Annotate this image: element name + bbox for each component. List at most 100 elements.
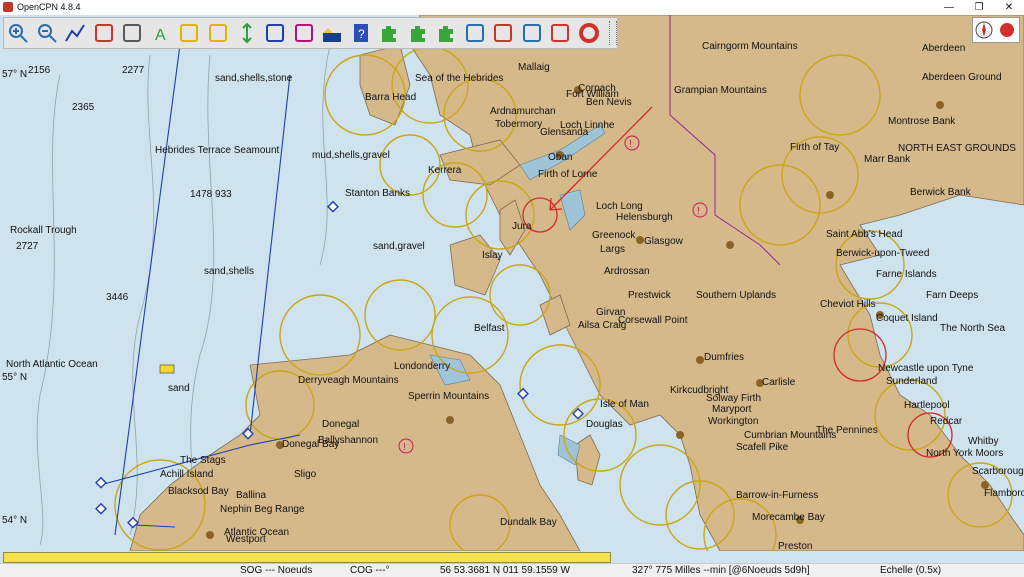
label-southern-uplands: Southern Uplands <box>696 290 776 301</box>
ais-target-button[interactable] <box>520 20 545 46</box>
lat-54n: 54° N <box>2 515 27 526</box>
chart-canvas[interactable]: ! ! ! sand,shells,stone 2156 2277 2365 H… <box>0 15 1024 551</box>
compass-widget[interactable] <box>972 17 1020 43</box>
label-douglas: Douglas <box>586 419 623 430</box>
restore-button[interactable]: ❐ <box>964 0 994 15</box>
depth-3446: 3446 <box>106 292 129 303</box>
plugin-2-button[interactable] <box>405 20 430 46</box>
depth-2156: 2156 <box>28 65 51 76</box>
label-the-stags: The Stags <box>180 455 226 466</box>
current-tide-icon <box>180 24 199 42</box>
label-greenock: Greenock <box>592 230 636 241</box>
plugin-3-button[interactable] <box>434 20 459 46</box>
label-cheviot-hills: Cheviot Hills <box>820 299 876 310</box>
label-preston: Preston <box>778 541 812 551</box>
label-north-east-grounds: NORTH EAST GROUNDS <box>898 143 1016 154</box>
label-achill-island: Achill Island <box>160 469 213 480</box>
north-up-icon <box>975 21 1014 39</box>
track-button[interactable] <box>291 20 316 46</box>
label-berwick-upon-tweed: Berwick-upon-Tweed <box>836 248 929 259</box>
label-mallaig: Mallaig <box>518 62 550 73</box>
route-manager-icon <box>266 24 285 42</box>
label-nephin-beg-range: Nephin Beg Range <box>220 504 305 515</box>
text-toggle-icon: A <box>155 27 166 44</box>
sog-readout: SOG --- Noeuds <box>240 565 313 576</box>
scale-readout: Echelle (0.5x) <box>880 565 942 576</box>
label-flamborough: Flamborough <box>984 488 1024 499</box>
svg-text:!: ! <box>629 139 632 150</box>
dashboard-button[interactable] <box>463 20 488 46</box>
label-barra-head: Barra Head <box>365 92 416 103</box>
help-book-button[interactable]: ? <box>348 20 373 46</box>
label-kerrera: Kerrera <box>428 165 462 176</box>
zoom-in-button[interactable] <box>6 20 31 46</box>
label-firth-of-tay: Firth of Tay <box>790 142 839 153</box>
quilting-icon <box>208 24 227 42</box>
plugin-1-icon <box>382 26 397 42</box>
status-bar: SOG --- Noeuds COG ---° 56 53.3681 N 011… <box>0 563 1024 577</box>
lat-55n: 55° N <box>2 372 27 383</box>
label-glasgow: Glasgow <box>644 236 684 247</box>
ship-chart-button[interactable] <box>548 20 573 46</box>
close-button[interactable]: ✕ <box>994 0 1024 15</box>
zoom-out-icon <box>37 24 57 43</box>
depth-2727: 2727 <box>16 241 39 252</box>
label-sligo: Sligo <box>294 469 317 480</box>
route-icon <box>65 24 86 42</box>
measure-button[interactable] <box>234 20 259 46</box>
help-book-icon: ? <box>353 24 368 42</box>
label-sand-seabed: sand <box>168 383 190 394</box>
label-maryport: Maryport <box>712 404 752 415</box>
label-the-north-sea: The North Sea <box>940 323 1005 334</box>
title-bar: OpenCPN 4.8.4 — ❐ ✕ <box>0 0 1024 16</box>
label-aberdeen-ground: Aberdeen Ground <box>922 72 1002 83</box>
label-grampian-mountains: Grampian Mountains <box>674 85 767 96</box>
label-donegal: Donegal <box>322 419 359 430</box>
route-manager-button[interactable] <box>263 20 288 46</box>
label-ballyshannon: Ballyshannon <box>318 435 378 446</box>
label-tobermory: Tobermory <box>495 119 542 130</box>
quilting-button[interactable] <box>206 20 231 46</box>
label-redcar: Redcar <box>930 416 963 427</box>
label-coquet-island: Coquet Island <box>876 313 938 324</box>
color-scheme-icon <box>323 28 342 42</box>
auto-follow-ship-button[interactable] <box>92 20 117 46</box>
text-toggle-button[interactable]: A <box>149 20 174 46</box>
ais-target-marker[interactable] <box>159 364 175 374</box>
current-tide-button[interactable] <box>177 20 202 46</box>
label-blacksod-bay: Blacksod Bay <box>168 486 229 497</box>
label-hebrides-terrace-seamount: Hebrides Terrace Seamount <box>155 145 280 156</box>
color-scheme-button[interactable] <box>320 20 345 46</box>
ais-target-icon <box>522 24 541 42</box>
ship-chart-icon <box>551 24 570 42</box>
label-westport: Westport <box>226 534 266 545</box>
label-belfast: Belfast <box>474 323 505 334</box>
label-workington: Workington <box>708 416 758 427</box>
label-the-pennines: The Pennines <box>816 425 878 436</box>
cursor-position: 56 53.3681 N 011 59.1559 W <box>440 565 570 576</box>
label-whitby: Whitby <box>968 436 999 447</box>
depth-2365: 2365 <box>72 102 95 113</box>
label-barrow-in-furness: Barrow-in-Furness <box>736 490 818 501</box>
label-fort-william: Fort William <box>566 89 619 100</box>
plugin-3-icon <box>439 26 454 42</box>
svg-text:!: ! <box>403 442 406 453</box>
label-solway-firth: Solway Firth <box>706 393 761 404</box>
cog-readout: COG ---° <box>350 565 390 576</box>
label-corsewall-point: Corsewall Point <box>618 315 688 326</box>
toolbar-grip[interactable] <box>609 21 618 45</box>
measure-icon <box>241 22 252 44</box>
zoom-in-icon <box>9 24 28 43</box>
zoom-out-button[interactable] <box>35 20 60 46</box>
label-mud-shells-gravel: mud,shells,gravel <box>312 150 390 161</box>
plugin-1-button[interactable] <box>377 20 402 46</box>
mob-lifebuoy-button[interactable] <box>577 20 602 46</box>
settings-wrench-button[interactable] <box>120 20 145 46</box>
minimize-button[interactable]: — <box>934 0 964 15</box>
label-farn-deeps: Farn Deeps <box>926 290 978 301</box>
label-sea-of-hebrides: Sea of the Hebrides <box>415 73 503 84</box>
route-button[interactable] <box>63 20 88 46</box>
label-carlisle: Carlisle <box>762 377 796 388</box>
chart-downloader-button[interactable] <box>491 20 516 46</box>
depth-1478-933: 1478 933 <box>190 189 232 200</box>
